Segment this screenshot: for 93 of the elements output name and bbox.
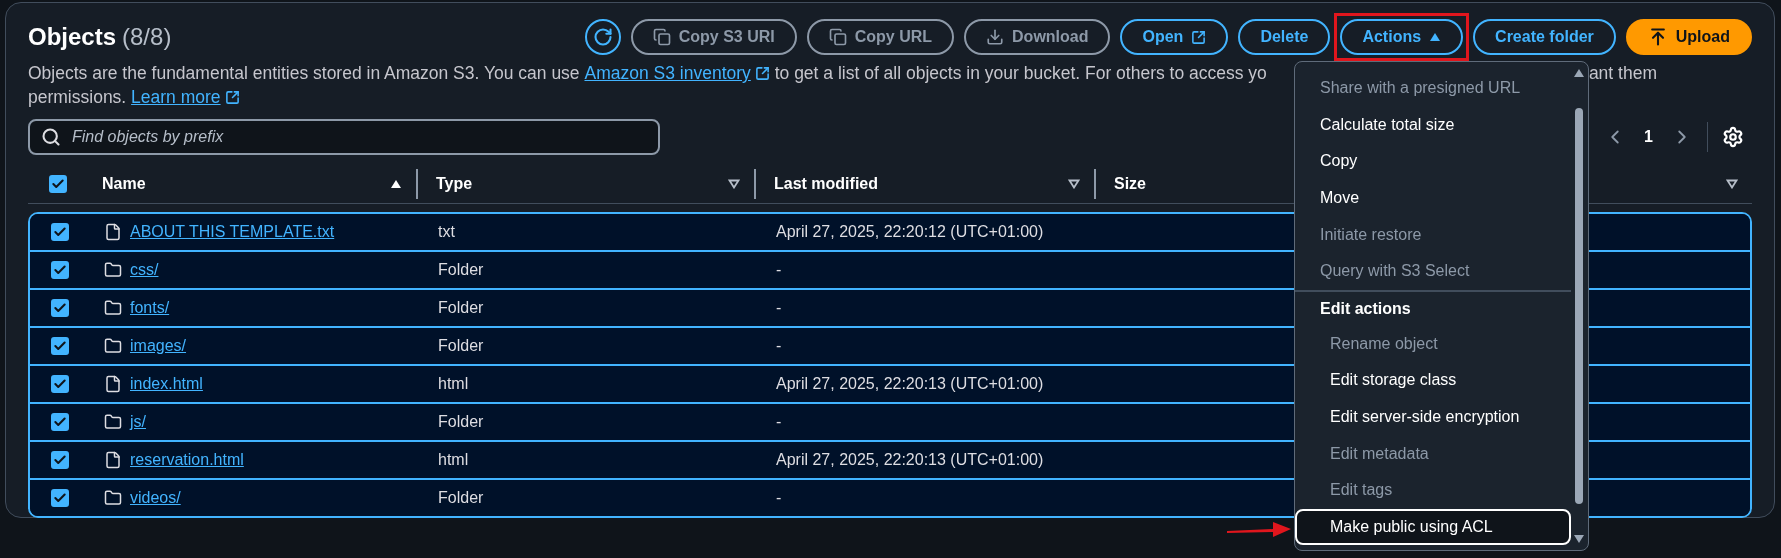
- table-cell-text: txt: [437, 223, 456, 241]
- description-text: Objects are the fundamental entities stored in Amazon S3. You can use Amazon S3 inventory to get a list of all objects in your bucket. For others to access yo: [28, 61, 1267, 85]
- table-cell-text: Folder: [437, 261, 485, 279]
- external-link-icon: [224, 89, 240, 105]
- row-checkbox[interactable]: [51, 413, 69, 431]
- table-cell-text: html: [437, 451, 470, 469]
- object-name-link[interactable]: ABOUT THIS TEMPLATE.txt: [130, 223, 335, 241]
- toolbar-button[interactable]: Open: [1120, 19, 1229, 55]
- table-cell-text: Folder: [437, 489, 485, 507]
- description-text: ant them: [1588, 62, 1657, 85]
- inventory-link[interactable]: Amazon S3 inventory: [584, 61, 770, 85]
- object-name-link[interactable]: videos/: [130, 489, 181, 507]
- table-cell-text: Folder: [437, 413, 485, 431]
- refresh-icon: [592, 27, 613, 47]
- learn-more-link[interactable]: Learn more: [131, 85, 240, 109]
- scroll-up-icon[interactable]: [1573, 68, 1585, 78]
- column-header[interactable]: Type: [436, 175, 473, 193]
- table-cell-text: -: [775, 337, 783, 355]
- caret-icon: [1429, 32, 1442, 42]
- toolbar-button[interactable]: Create folder: [1473, 19, 1616, 55]
- menu-item[interactable]: Edit storage class: [1295, 362, 1571, 399]
- toolbar-button[interactable]: Delete: [1238, 19, 1331, 55]
- folder-icon: [104, 489, 122, 507]
- table-cell-text: April 27, 2025, 22:20:13 (UTC+01:00): [775, 451, 1045, 469]
- sort-icon[interactable]: [1726, 179, 1738, 189]
- file-icon: [104, 451, 122, 469]
- row-checkbox[interactable]: [51, 337, 69, 355]
- column-header[interactable]: Size: [1114, 175, 1146, 193]
- refresh-button[interactable]: [584, 19, 621, 55]
- folder-icon: [104, 261, 122, 279]
- menu-item[interactable]: Move: [1295, 179, 1571, 217]
- table-cell-text: Folder: [437, 299, 485, 317]
- select-all-checkbox[interactable]: [49, 175, 67, 193]
- sort-icon[interactable]: [390, 179, 402, 189]
- object-name-link[interactable]: index.html: [130, 375, 203, 393]
- row-checkbox[interactable]: [51, 261, 69, 279]
- checkmark-icon: [53, 225, 67, 239]
- object-name-link[interactable]: reservation.html: [130, 451, 244, 469]
- panel-title: Objects: [28, 23, 117, 51]
- checkmark-icon: [53, 339, 67, 353]
- checkmark-icon: [53, 415, 67, 429]
- table-cell-text: -: [775, 299, 783, 317]
- page-number[interactable]: 1: [1640, 128, 1657, 146]
- search-icon: [41, 127, 61, 147]
- external-link-icon: [754, 65, 770, 81]
- row-checkbox[interactable]: [51, 489, 69, 507]
- menu-group-header: Edit actions: [1295, 289, 1571, 326]
- copy-icon: [652, 28, 671, 46]
- actions-dropdown[interactable]: Actions: [1340, 19, 1464, 55]
- file-icon: [104, 375, 122, 393]
- column-header[interactable]: Name: [102, 175, 146, 193]
- download-icon: [986, 28, 1005, 46]
- checkmark-icon: [53, 301, 67, 315]
- object-name-link[interactable]: css/: [130, 261, 159, 279]
- object-count: (8/8): [122, 23, 172, 51]
- column-header[interactable]: Last modified: [774, 175, 878, 193]
- checkmark-icon: [51, 177, 65, 191]
- row-checkbox[interactable]: [51, 451, 69, 469]
- sort-icon[interactable]: [728, 179, 740, 189]
- sort-icon[interactable]: [1068, 179, 1080, 189]
- toolbar-button[interactable]: Upload: [1625, 19, 1752, 55]
- menu-item[interactable]: Calculate total size: [1295, 106, 1571, 144]
- description-text: permissions. Learn more: [28, 85, 240, 109]
- external-link-icon: [1191, 29, 1207, 45]
- row-checkbox[interactable]: [51, 299, 69, 317]
- copy-icon: [828, 28, 847, 46]
- table-cell-text: -: [775, 261, 783, 279]
- folder-icon: [104, 413, 122, 431]
- menu-item[interactable]: Copy: [1295, 143, 1571, 180]
- object-name-link[interactable]: js/: [130, 413, 146, 431]
- search-field[interactable]: Find objects by prefix: [28, 119, 660, 155]
- checkmark-icon: [53, 491, 67, 505]
- checkmark-icon: [53, 453, 67, 467]
- table-cell-text: html: [437, 375, 470, 393]
- menu-item[interactable]: Edit server-side encryption: [1295, 398, 1571, 436]
- folder-icon: [104, 299, 122, 317]
- settings-icon[interactable]: [1722, 126, 1744, 148]
- row-checkbox[interactable]: [51, 223, 69, 241]
- table-cell-text: April 27, 2025, 22:20:12 (UTC+01:00): [775, 223, 1045, 241]
- table-cell-text: -: [775, 489, 783, 507]
- menu-scrollbar[interactable]: [1573, 68, 1585, 544]
- row-checkbox[interactable]: [51, 375, 69, 393]
- scrollbar-thumb[interactable]: [1575, 108, 1583, 504]
- folder-icon: [104, 337, 122, 355]
- table-cell-text: Folder: [437, 337, 485, 355]
- table-cell-text: -: [775, 413, 783, 431]
- file-icon: [104, 223, 122, 241]
- object-name-link[interactable]: images/: [130, 337, 187, 355]
- table-cell-text: April 27, 2025, 22:20:13 (UTC+01:00): [775, 375, 1045, 393]
- checkmark-icon: [53, 377, 67, 391]
- object-name-link[interactable]: fonts/: [130, 299, 170, 317]
- scroll-down-icon[interactable]: [1573, 534, 1585, 544]
- checkmark-icon: [53, 263, 67, 277]
